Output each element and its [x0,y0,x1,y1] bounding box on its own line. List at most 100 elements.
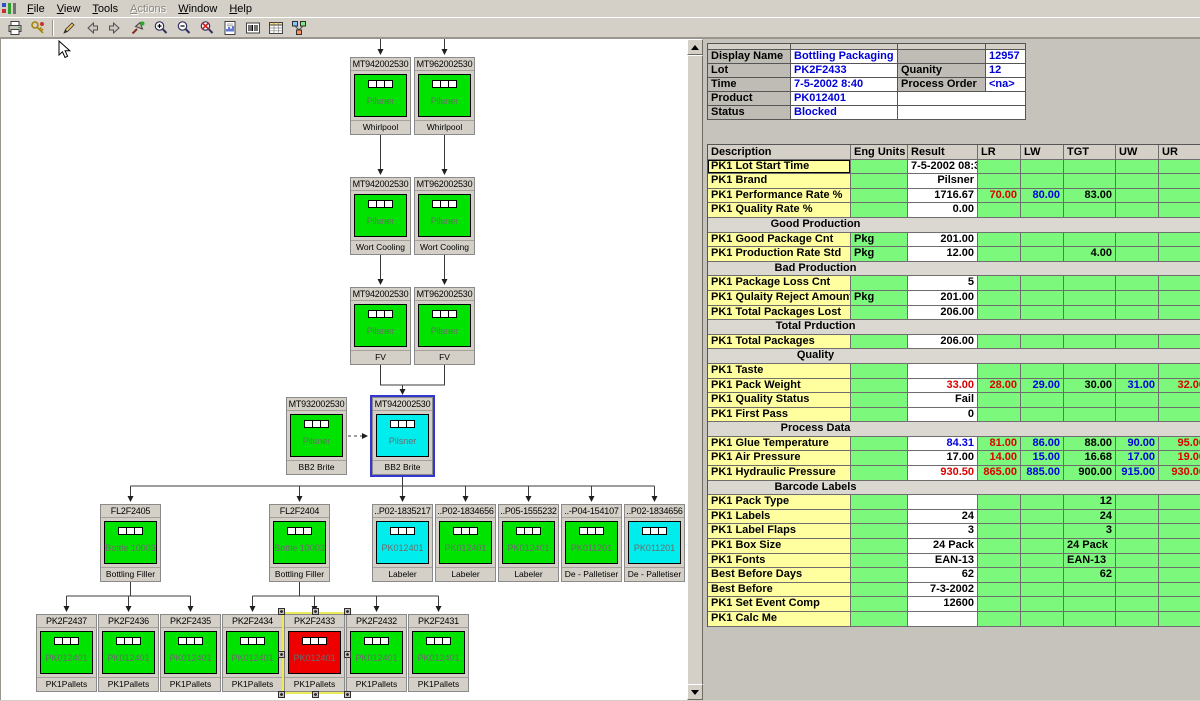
locate-icon[interactable] [126,18,149,37]
row-cell [1021,291,1064,306]
lot-node[interactable]: MT942002530PilsnerBB2 Brite [372,397,433,475]
column-header-result[interactable]: Result [908,145,978,160]
row-cell [1021,364,1064,379]
section-row: Quality [708,349,1200,364]
selection-handle[interactable] [278,608,285,615]
selection-handle[interactable] [278,651,285,658]
row-description[interactable]: PK1 Qulaity Reject Amount [708,291,851,306]
lot-node[interactable]: MT962002530PilsnerWhirlpool [414,57,475,135]
lot-node[interactable]: PK2F2436PK012401PK1Pallets [98,614,159,692]
lot-node[interactable]: PK2F2434PK012401PK1Pallets [222,614,283,692]
lot-node[interactable]: MT932002530PilsnerBB2 Brite [286,397,347,475]
selection-handle[interactable] [344,608,351,615]
column-header-tgt[interactable]: TGT [1064,145,1116,160]
edit-pencil-icon[interactable] [57,18,80,37]
column-header-lw[interactable]: LW [1021,145,1064,160]
menu-help[interactable]: Help [223,2,258,17]
genealogy-view-icon[interactable] [287,18,310,37]
lot-node[interactable]: ..-P04-154107PK011201De - Palletiser [561,504,622,582]
diagram-vertical-scrollbar[interactable] [687,38,703,700]
node-lot-id: ..P02-1835217 [373,505,432,518]
row-description[interactable]: PK1 Production Rate Std [708,247,851,262]
lot-node[interactable]: PK2F2435PK012401PK1Pallets [160,614,221,692]
selection-handle[interactable] [344,651,351,658]
row-description[interactable]: PK1 Quality Rate % [708,203,851,218]
forward-arrow-icon[interactable] [103,18,126,37]
row-description[interactable]: PK1 Total Packages Lost [708,306,851,321]
node-status-body: Bottle 10003 [273,521,326,564]
scroll-down-button[interactable] [687,684,703,700]
lot-node[interactable]: ..P02-1835217PK012401Labeler [372,504,433,582]
lot-node[interactable]: PK2F2437PK012401PK1Pallets [36,614,97,692]
node-lot-id: PK2F2431 [409,615,468,628]
row-description[interactable]: PK1 First Pass [708,408,851,423]
selection-handle[interactable] [344,691,351,698]
lot-node[interactable]: MT942002530PilsnerWort Cooling [350,177,411,255]
row-description[interactable]: Best Before Days [708,568,851,583]
row-description[interactable]: PK1 Pack Type [708,495,851,510]
column-header-uw[interactable]: UW [1116,145,1159,160]
view-report-icon[interactable] [218,18,241,37]
column-header-eng-units[interactable]: Eng Units [851,145,908,160]
column-header-description[interactable]: Description [708,145,851,160]
row-description[interactable]: PK1 Set Event Comp [708,597,851,612]
row-description[interactable]: PK1 Good Package Cnt [708,233,851,248]
column-header-ur[interactable]: UR [1159,145,1200,160]
row-description[interactable]: PK1 Calc Me [708,612,851,627]
row-description[interactable]: PK1 Air Pressure [708,451,851,466]
row-description[interactable]: PK1 Lot Start Time [708,160,851,175]
column-header-lr[interactable]: LR [978,145,1021,160]
results-table[interactable]: DescriptionEng UnitsResultLRLWTGTUWUR PK1… [707,144,1200,627]
row-cell: 32.00 [1159,379,1200,394]
lot-node[interactable]: ..P05-1555232PK012401Labeler [498,504,559,582]
row-description[interactable]: PK1 Fonts [708,554,851,569]
lot-node[interactable]: ..P02-1834656PK012401Labeler [435,504,496,582]
row-cell: 62 [1064,568,1116,583]
row-description[interactable]: PK1 Quality Status [708,393,851,408]
row-description[interactable]: PK1 Pack Weight [708,379,851,394]
lot-node[interactable]: PK2F2431PK012401PK1Pallets [408,614,469,692]
login-key-icon[interactable] [26,18,49,37]
lot-node[interactable]: FL2F2404Bottle 10003Bottling Filler [269,504,330,582]
row-description[interactable]: PK1 Performance Rate % [708,189,851,204]
selection-handle[interactable] [312,691,319,698]
menu-tools[interactable]: Tools [86,2,124,17]
row-description[interactable]: PK1 Glue Temperature [708,437,851,452]
genealogy-diagram-panel[interactable]: MT942002530PilsnerWhirlpoolMT962002530Pi… [0,38,687,700]
menu-actions[interactable]: Actions [124,2,172,17]
lot-node[interactable]: PK2F2433PK012401PK1Pallets [284,614,345,692]
barcode-icon[interactable] [241,18,264,37]
scrollbar-thumb[interactable] [687,55,703,685]
lot-node[interactable]: ..P02-1834656PK011201De - Palletiser [624,504,685,582]
lot-node[interactable]: MT942002530PilsnerWhirlpool [350,57,411,135]
row-description[interactable]: PK1 Brand [708,174,851,189]
scroll-up-button[interactable] [687,39,703,55]
zoom-off-icon[interactable] [195,18,218,37]
selection-handle[interactable] [312,608,319,615]
node-product: PK012401 [289,653,340,663]
row-description[interactable]: PK1 Total Packages [708,335,851,350]
lot-node[interactable]: PK2F2432PK012401PK1Pallets [346,614,407,692]
menu-file[interactable]: File [21,2,51,17]
grid-view-icon[interactable] [264,18,287,37]
zoom-out-icon[interactable] [172,18,195,37]
row-description[interactable]: PK1 Taste [708,364,851,379]
lot-node[interactable]: MT962002530PilsnerWort Cooling [414,177,475,255]
row-description[interactable]: Best Before [708,583,851,598]
menu-window[interactable]: Window [172,2,223,17]
row-cell [908,364,978,379]
back-arrow-icon[interactable] [80,18,103,37]
row-description[interactable]: PK1 Package Loss Cnt [708,276,851,291]
lot-node[interactable]: MT962002530PilsnerFV [414,287,475,365]
print-icon[interactable] [3,18,26,37]
row-description[interactable]: PK1 Label Flaps [708,524,851,539]
lot-node[interactable]: FL2F2405Bottle 10003Bottling Filler [100,504,161,582]
node-product: PK012401 [440,543,491,553]
zoom-in-icon[interactable] [149,18,172,37]
lot-node[interactable]: MT942002530PilsnerFV [350,287,411,365]
row-description[interactable]: PK1 Labels [708,510,851,525]
row-description[interactable]: PK1 Hydraulic Pressure [708,466,851,481]
row-description[interactable]: PK1 Box Size [708,539,851,554]
selection-handle[interactable] [278,691,285,698]
menu-view[interactable]: View [51,2,87,17]
